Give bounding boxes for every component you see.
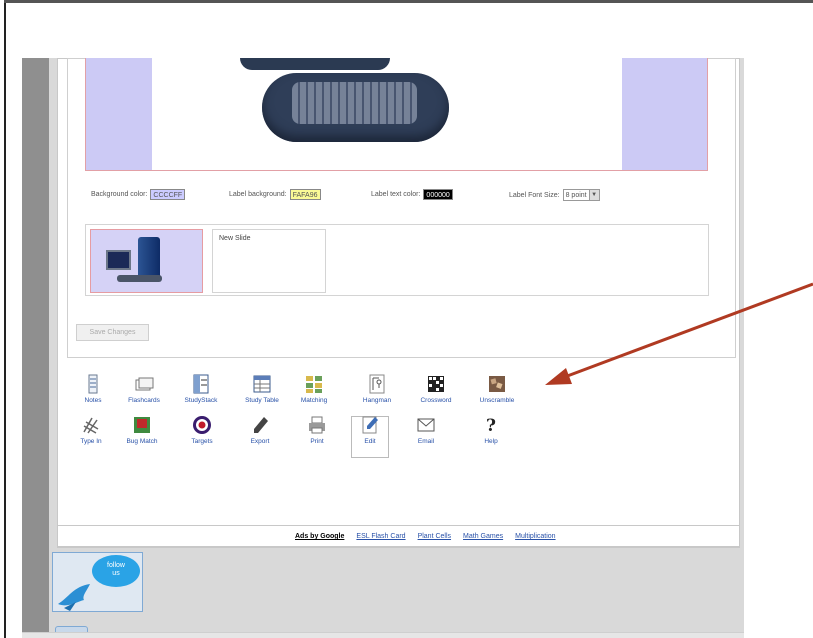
study-table-icon [253, 375, 271, 393]
tool-label: Email [417, 438, 435, 445]
tool-print[interactable]: Print [292, 414, 342, 445]
ad-link-multiplication[interactable]: Multiplication [515, 533, 555, 540]
tool-label: StudyStack [184, 397, 218, 404]
tool-label: Matching [300, 397, 328, 404]
keyboard-keys [292, 82, 417, 124]
label-background-input[interactable]: FAFA96 [289, 189, 321, 200]
printer-icon [309, 416, 325, 434]
left-margin-bar [22, 58, 49, 638]
tool-label: Hangman [362, 397, 392, 404]
label-text-color-label: Label text color: [371, 191, 421, 198]
tool-unscramble[interactable]: Unscramble [472, 373, 522, 404]
tool-flashcards[interactable]: Flashcards [119, 373, 169, 404]
label-font-size-label: Label Font Size: [509, 191, 560, 199]
label-background-label: Label background: [229, 191, 287, 198]
tool-label: Bug Match [126, 438, 158, 445]
follow-text: follow [107, 562, 125, 569]
computer-monitor-image [106, 250, 131, 270]
tool-bug-match[interactable]: Bug Match [117, 414, 167, 445]
tool-label: Export [250, 438, 270, 445]
ad-link-plant-cells[interactable]: Plant Cells [418, 533, 451, 540]
matching-icon [306, 376, 322, 393]
tool-notes[interactable]: Notes [68, 373, 118, 404]
tool-studystack[interactable]: StudyStack [176, 373, 226, 404]
question-icon: ? [486, 416, 496, 436]
pencil-icon [254, 417, 268, 433]
background-color-setting: Background color: CCCCFF [91, 189, 186, 200]
tool-help[interactable]: ? Help [466, 414, 516, 445]
type-in-icon [83, 417, 99, 434]
computer-keyboard-image [117, 275, 162, 282]
chevron-down-icon[interactable]: ▼ [588, 190, 599, 200]
crossword-icon [428, 376, 444, 392]
edit-icon [362, 416, 378, 434]
tool-label: Study Table [245, 397, 279, 404]
tool-label: Unscramble [479, 397, 515, 404]
tool-matching[interactable]: Matching [289, 373, 339, 404]
tool-label: Edit [364, 438, 376, 445]
save-changes-button[interactable]: Save Changes [76, 324, 149, 341]
ads-bar: Ads by Google ESL Flash Card Plant Cells… [57, 525, 740, 547]
tool-label: Notes [84, 397, 102, 404]
ad-link-math-games[interactable]: Math Games [463, 533, 503, 540]
notes-icon [88, 374, 98, 394]
tool-type-in[interactable]: Type In [66, 414, 116, 445]
top-border [4, 0, 813, 3]
bird-icon [58, 584, 90, 611]
bug-match-icon [134, 417, 150, 433]
font-size-value: 8 point [565, 191, 587, 199]
tool-label: Help [484, 438, 498, 445]
ads-by-google-link[interactable]: Ads by Google [295, 533, 344, 540]
tool-label: Crossword [420, 397, 452, 404]
horizontal-scrollbar[interactable] [22, 632, 744, 638]
label-font-size-setting: Label Font Size: 8 point ▼ [509, 189, 600, 201]
tool-hangman[interactable]: Hangman [352, 373, 402, 404]
label-text-color-input[interactable]: 000000 [423, 189, 453, 200]
tool-export[interactable]: Export [235, 414, 285, 445]
computer-tower-image [138, 237, 160, 280]
label-background-setting: Label background: FAFA96 [229, 189, 321, 200]
tool-study-table[interactable]: Study Table [237, 373, 287, 404]
label-text-color-setting: Label text color: 000000 [371, 189, 453, 200]
flashcards-icon [135, 377, 154, 391]
slide-label-text: New Slide [219, 235, 251, 242]
tool-targets[interactable]: Targets [177, 414, 227, 445]
tool-label: Print [310, 438, 324, 445]
unscramble-icon [489, 376, 505, 392]
ad-link-esl-flash-card[interactable]: ESL Flash Card [356, 533, 405, 540]
envelope-icon [417, 418, 435, 432]
tool-crossword[interactable]: Crossword [411, 373, 461, 404]
follow-text-us: us [112, 570, 120, 577]
tool-email[interactable]: Email [401, 414, 451, 445]
tool-label: Flashcards [128, 397, 160, 404]
background-color-input[interactable]: CCCCFF [150, 189, 186, 200]
background-color-label: Background color: [91, 191, 148, 198]
target-icon [193, 416, 211, 434]
hangman-icon [369, 374, 385, 394]
keyboard-image-top [240, 58, 390, 70]
studystack-icon [193, 374, 209, 394]
tool-edit[interactable]: Edit [345, 414, 395, 445]
svg-text:?: ? [486, 416, 496, 436]
tool-label: Targets [191, 438, 213, 445]
tool-label: Type In [80, 438, 102, 445]
font-size-select[interactable]: 8 point ▼ [562, 189, 600, 201]
slide-label-field[interactable]: New Slide [212, 229, 326, 293]
